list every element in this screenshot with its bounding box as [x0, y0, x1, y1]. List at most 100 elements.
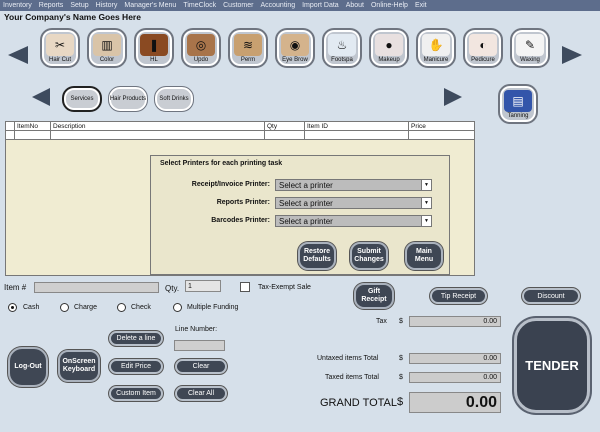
service-hair-cut[interactable]: ✂ Hair Cut [40, 28, 80, 68]
payment-check-radio[interactable] [117, 303, 126, 312]
col-description: Description [50, 122, 264, 131]
scroll-left-arrow[interactable] [8, 46, 28, 64]
menu-item[interactable]: Online-Help [371, 2, 408, 9]
manicure-icon: ✋ [422, 34, 450, 56]
menu-item[interactable]: Manager's Menu [124, 2, 176, 9]
service-tanning[interactable]: ▤ Tanning [498, 84, 538, 124]
main-menu-button[interactable]: Main Menu [405, 242, 443, 270]
col-itemno: ItemNo [14, 122, 50, 131]
line-number-input[interactable] [174, 340, 225, 351]
receipt-printer-select[interactable]: Select a printer ▼ [275, 179, 432, 191]
category-right-arrow[interactable] [444, 88, 462, 106]
pedicure-icon: ◐ [469, 34, 497, 56]
col-price: Price [408, 122, 476, 131]
discount-button[interactable]: Discount [522, 288, 580, 304]
payment-cash-radio[interactable] [8, 303, 17, 312]
chevron-down-icon: ▼ [421, 180, 431, 190]
makeup-icon: ● [375, 34, 403, 56]
service-manicure[interactable]: ✋ Manicure [416, 28, 456, 68]
taxed-total-value: 0.00 [409, 372, 501, 383]
service-updo[interactable]: ◎ Updo [181, 28, 221, 68]
receipt-printer-label: Receipt/Invoice Printer: [191, 181, 270, 188]
barcodes-printer-label: Barcodes Printer: [211, 217, 270, 224]
menu-item[interactable]: About [346, 2, 364, 9]
highlight-icon: ❚ [140, 34, 168, 56]
col-qty: Qty [264, 122, 304, 131]
menu-item[interactable]: Exit [415, 2, 427, 9]
currency-symbol: $ [399, 318, 403, 325]
menu-item[interactable]: Import Data [302, 2, 339, 9]
printer-settings-panel: Select Printers for each printing task R… [150, 155, 450, 275]
payment-charge-radio[interactable] [60, 303, 69, 312]
category-soft-drinks[interactable]: Soft Drinks [154, 86, 194, 112]
table-header: ItemNo Description Qty Item ID Price [6, 122, 474, 131]
gift-receipt-button[interactable]: Gift Receipt [354, 283, 394, 309]
scroll-right-arrow[interactable] [562, 46, 582, 64]
perm-icon: ≋ [234, 34, 262, 56]
menu-bar: Inventory Reports Setup History Manager's Me… [0, 0, 600, 11]
edit-price-button[interactable]: Edit Price [109, 359, 163, 374]
col-item-id: Item ID [304, 122, 408, 131]
updo-icon: ◎ [187, 34, 215, 56]
table-row[interactable] [6, 131, 474, 140]
chevron-down-icon: ▼ [421, 198, 431, 208]
category-left-arrow[interactable] [32, 88, 50, 106]
grand-total-value: 0.00 [409, 392, 501, 413]
category-services[interactable]: Services [62, 86, 102, 112]
tax-exempt-checkbox[interactable] [240, 282, 250, 292]
tax-value: 0.00 [409, 316, 501, 327]
menu-item[interactable]: History [96, 2, 118, 9]
item-number-label: Item # [4, 283, 27, 292]
service-pedicure[interactable]: ◐ Pedicure [463, 28, 503, 68]
custom-item-button[interactable]: Custom Item [109, 386, 163, 401]
printer-panel-title: Select Printers for each printing task [160, 160, 283, 167]
menu-item[interactable]: TimeClock [183, 2, 216, 9]
payment-multiple-radio[interactable] [173, 303, 182, 312]
service-waxing[interactable]: ✎ Waxing [510, 28, 550, 68]
service-makeup[interactable]: ● Makeup [369, 28, 409, 68]
service-hl[interactable]: ❚ HL [134, 28, 174, 68]
currency-symbol: $ [399, 355, 403, 362]
waxing-icon: ✎ [516, 34, 544, 56]
category-hair-products[interactable]: Hair Products [108, 86, 148, 112]
untaxed-total-label: Untaxed items Total [317, 355, 379, 362]
reports-printer-select[interactable]: Select a printer ▼ [275, 197, 432, 209]
item-number-input[interactable] [34, 282, 159, 293]
service-perm[interactable]: ≋ Perm [228, 28, 268, 68]
clear-all-button[interactable]: Clear All [175, 386, 227, 401]
taxed-total-label: Taxed items Total [325, 374, 379, 381]
haircut-icon: ✂ [46, 34, 74, 56]
tender-button[interactable]: TENDER [514, 318, 590, 413]
company-name: Your Company's Name Goes Here [4, 12, 141, 22]
tax-exempt-label: Tax-Exempt Sale [258, 284, 311, 291]
menu-item[interactable]: Accounting [260, 2, 295, 9]
tip-receipt-button[interactable]: Tip Receipt [430, 288, 487, 304]
submit-changes-button[interactable]: Submit Changes [350, 242, 388, 270]
service-eye-brow[interactable]: ◉ Eye Brow [275, 28, 315, 68]
payment-multiple-label: Multiple Funding [187, 304, 239, 311]
service-footspa[interactable]: ♨ Footspa [322, 28, 362, 68]
menu-item[interactable]: Setup [70, 2, 88, 9]
qty-input[interactable]: 1 [185, 280, 221, 292]
service-color[interactable]: ▥ Color [87, 28, 127, 68]
payment-cash-label: Cash [23, 304, 40, 311]
currency-symbol: $ [397, 396, 404, 408]
clear-button[interactable]: Clear [175, 359, 227, 374]
reports-printer-label: Reports Printer: [216, 199, 270, 206]
delete-line-button[interactable]: Delete a line [109, 331, 163, 346]
menu-item[interactable]: Inventory [3, 2, 32, 9]
logout-button[interactable]: Log-Out [8, 347, 48, 387]
onscreen-keyboard-button[interactable]: OnScreen Keyboard [58, 350, 100, 382]
qty-label: Qty. [165, 284, 180, 293]
color-icon: ▥ [93, 34, 121, 56]
tanning-icon: ▤ [504, 90, 532, 112]
barcodes-printer-select[interactable]: Select a printer ▼ [275, 215, 432, 227]
grand-total-label: GRAND TOTAL [320, 397, 398, 409]
untaxed-total-value: 0.00 [409, 353, 501, 364]
menu-item[interactable]: Reports [39, 2, 64, 9]
menu-item[interactable]: Customer [223, 2, 253, 9]
eyebrow-icon: ◉ [281, 34, 309, 56]
payment-check-label: Check [131, 304, 151, 311]
restore-defaults-button[interactable]: Restore Defaults [298, 242, 336, 270]
chevron-down-icon: ▼ [421, 216, 431, 226]
